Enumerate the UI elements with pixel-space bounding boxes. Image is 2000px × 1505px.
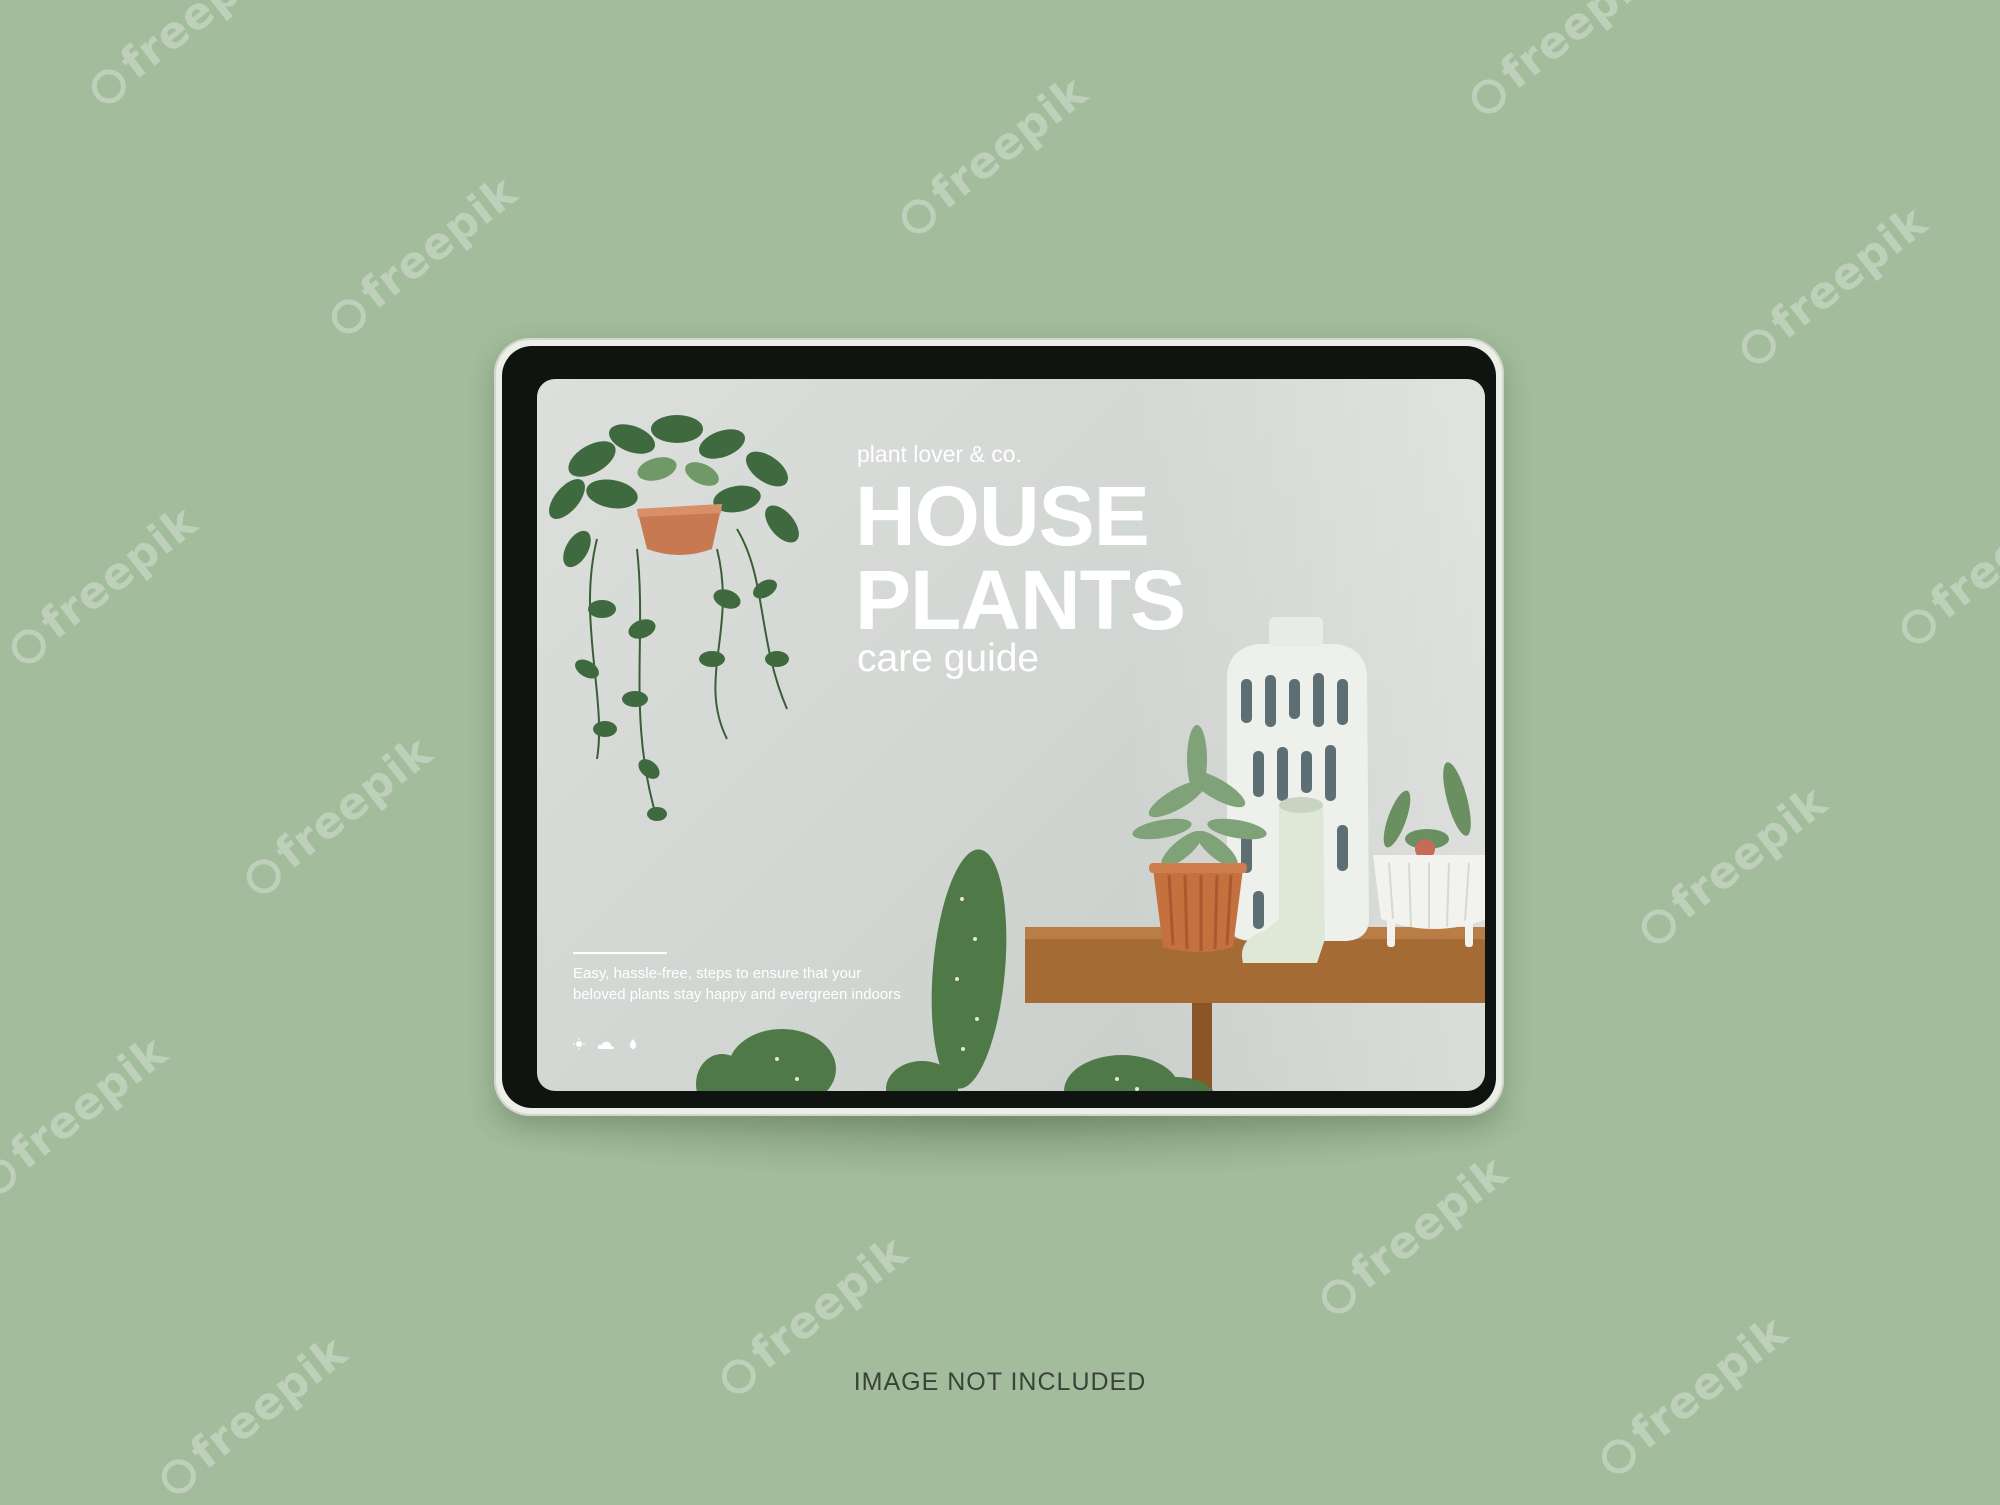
watermark: freepik (1888, 476, 2000, 655)
divider-line (573, 952, 667, 954)
watermark: freepik (318, 166, 527, 345)
sun-icon (573, 1037, 585, 1050)
tablet-device: plant lover & co. HOUSE PLANTS care guid… (494, 338, 1504, 1116)
watermark: freepik (888, 66, 1097, 245)
water-drop-icon (627, 1037, 639, 1049)
watermark: freepik (1628, 776, 1837, 955)
caption-text: IMAGE NOT INCLUDED (853, 1368, 1147, 1396)
watermark: freepik (1458, 0, 1667, 125)
watermark: freepik (148, 1326, 357, 1505)
watermark: freepik (0, 496, 207, 675)
watermark: freepik (1728, 196, 1937, 375)
watermark: freepik (233, 726, 442, 905)
weather-icons (573, 1037, 639, 1050)
tablet-bezel: plant lover & co. HOUSE PLANTS care guid… (502, 346, 1496, 1108)
description-text: Easy, hassle-free, steps to ensure that … (573, 965, 901, 1003)
watermark: freepik (0, 1026, 177, 1205)
tablet-screen: plant lover & co. HOUSE PLANTS care guid… (537, 379, 1485, 1091)
cloud-icon (597, 1037, 615, 1049)
watermark: freepik (78, 0, 287, 115)
watermark: freepik (1308, 1146, 1517, 1325)
